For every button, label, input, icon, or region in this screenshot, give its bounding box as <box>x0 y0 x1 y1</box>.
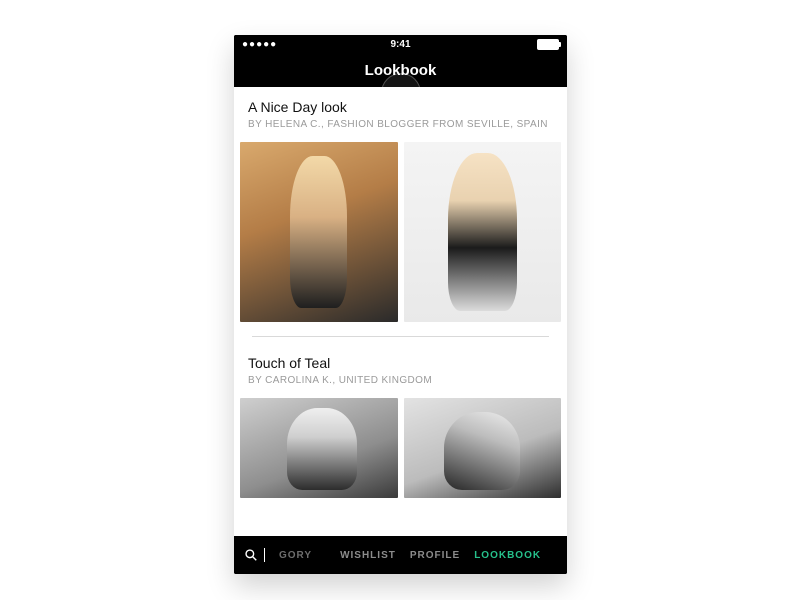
tab-profile[interactable]: PROFILE <box>410 550 460 561</box>
lookbook-card-title: Touch of Teal <box>248 355 553 371</box>
lookbook-card[interactable]: A Nice Day look BY HELENA C., FASHION BL… <box>234 87 567 322</box>
lookbook-card-images <box>234 394 567 498</box>
page-title: Lookbook <box>365 62 437 79</box>
search-cursor-icon <box>264 548 265 562</box>
search-button[interactable] <box>244 548 265 562</box>
battery-icon <box>537 39 559 50</box>
lookbook-image[interactable] <box>240 398 398 498</box>
lookbook-card-title: A Nice Day look <box>248 99 553 115</box>
search-icon <box>244 548 258 562</box>
lookbook-card-header: Touch of Teal BY CAROLINA K., UNITED KIN… <box>234 343 567 394</box>
lookbook-feed: A Nice Day look BY HELENA C., FASHION BL… <box>234 87 567 498</box>
lookbook-card-byline: BY HELENA C., FASHION BLOGGER FROM SEVIL… <box>248 119 553 130</box>
lookbook-image[interactable] <box>404 398 562 498</box>
tab-lookbook[interactable]: LOOKBOOK <box>474 550 541 561</box>
feed-scroll-area[interactable]: A Nice Day look BY HELENA C., FASHION BL… <box>234 87 567 536</box>
canvas: ●●●●● 9:41 Lookbook A Nice Day look BY H… <box>0 0 800 600</box>
signal-dots-icon: ●●●●● <box>242 39 277 50</box>
lookbook-image[interactable] <box>240 142 398 322</box>
tab-bar: GORY WISHLIST PROFILE LOOKBOOK <box>234 536 567 574</box>
lookbook-card-byline: BY CAROLINA K., UNITED KINGDOM <box>248 375 553 386</box>
tab-wishlist[interactable]: WISHLIST <box>340 550 396 561</box>
phone-frame: ●●●●● 9:41 Lookbook A Nice Day look BY H… <box>234 35 567 574</box>
tab-category-partial[interactable]: GORY <box>279 550 312 561</box>
lookbook-card-header: A Nice Day look BY HELENA C., FASHION BL… <box>234 87 567 138</box>
lookbook-image[interactable] <box>404 142 562 322</box>
nav-bar: Lookbook <box>234 53 567 87</box>
status-bar: ●●●●● 9:41 <box>234 35 567 53</box>
lookbook-card[interactable]: Touch of Teal BY CAROLINA K., UNITED KIN… <box>234 343 567 498</box>
status-time: 9:41 <box>234 39 567 50</box>
lookbook-card-images <box>234 138 567 322</box>
card-divider <box>252 336 549 337</box>
